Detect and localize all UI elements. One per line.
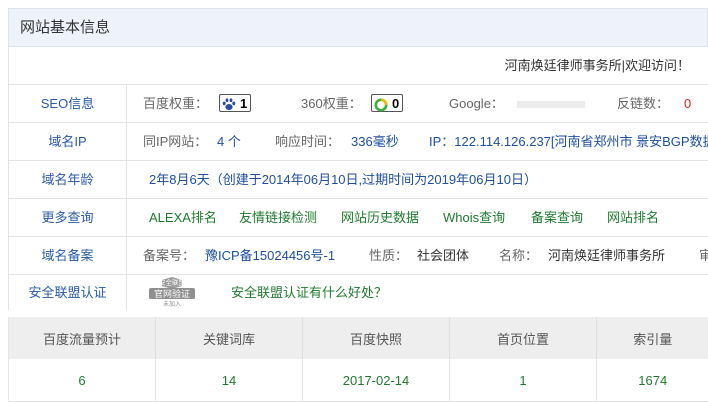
security-row: 安全联盟认证 安全联盟 官网验证 未加入 安全联盟认证有什么好处？: [8, 275, 708, 310]
security-label: 安全联盟认证: [9, 275, 127, 310]
360-weight-value: 0: [392, 96, 400, 112]
badge-main-text: 官网验证: [154, 288, 190, 300]
response-time-value: 336毫秒: [351, 134, 399, 149]
seo-content: 百度权重： 1 360权重： 0 Google： 反链数： 0: [127, 85, 708, 122]
badge-sub-text: 未加入: [163, 300, 181, 308]
welcome-text: 河南焕廷律师事务所|欢迎访问！: [504, 58, 690, 73]
link-icp-query[interactable]: 备案查询: [531, 199, 583, 236]
360-ring-icon: [374, 98, 388, 112]
stats-header-traffic: 百度流量预计: [8, 317, 156, 359]
seo-label: SEO信息: [9, 85, 127, 122]
link-site-rank[interactable]: 网站排名: [607, 199, 659, 236]
icp-number-label: 备案号：: [143, 248, 196, 263]
360-weight-label: 360权重：: [301, 96, 362, 111]
domain-age-label: 域名年龄: [9, 161, 127, 198]
response-time-label: 响应时间：: [275, 134, 341, 149]
link-whois[interactable]: Whois查询: [443, 199, 505, 236]
google-pr-bar: [517, 101, 585, 108]
stats-value-row: 6 14 2017-02-14 1 1674: [8, 359, 708, 402]
stats-header-index: 索引量: [596, 317, 708, 359]
stats-value-traffic[interactable]: 6: [8, 359, 156, 402]
baidu-weight-label: 百度权重：: [143, 96, 209, 111]
stats-value-keywords[interactable]: 14: [155, 359, 303, 402]
security-benefit-link[interactable]: 安全联盟认证有什么好处？: [231, 275, 387, 310]
same-ip-label: 同IP网站：: [143, 134, 208, 149]
link-alexa-rank[interactable]: ALEXA排名: [149, 199, 217, 236]
icp-name-label: 名称：: [499, 248, 539, 263]
icp-content: 备案号： 豫ICP备15024456号-1 性质： 社会团体 名称： 河南焕廷律…: [127, 237, 708, 274]
link-friend-link-check[interactable]: 友情链接检测: [239, 199, 317, 236]
icp-review-label: 审: [699, 237, 708, 274]
welcome-row: 河南焕廷律师事务所|欢迎访问！: [8, 47, 708, 85]
ip-address-link[interactable]: IP：122.114.126.237[河南省郑州市 景安BGP数据: [429, 123, 708, 160]
security-content: 安全联盟 官网验证 未加入 安全联盟认证有什么好处？: [127, 275, 708, 310]
backlinks-label: 反链数：: [617, 96, 670, 111]
stats-header-home-position: 首页位置: [449, 317, 597, 359]
baidu-paw-icon: [222, 98, 236, 111]
domain-ip-content: 同IP网站： 4 个 响应时间： 336毫秒 IP：122.114.126.23…: [127, 123, 708, 160]
domain-ip-row: 域名IP 同IP网站： 4 个 响应时间： 336毫秒 IP：122.114.1…: [8, 123, 708, 161]
link-site-history[interactable]: 网站历史数据: [341, 199, 419, 236]
backlinks-value: 0: [684, 96, 692, 111]
panel-title: 网站基本信息: [8, 8, 708, 47]
stats-header-keywords: 关键词库: [155, 317, 303, 359]
same-ip-value[interactable]: 4 个: [217, 123, 241, 160]
icp-nature-value: 社会团体: [417, 248, 470, 263]
icp-row: 域名备案 备案号： 豫ICP备15024456号-1 性质： 社会团体 名称： …: [8, 237, 708, 275]
domain-ip-label: 域名IP: [9, 123, 127, 160]
stats-value-home-position[interactable]: 1: [449, 359, 597, 402]
domain-age-value: 2年8月6天（创建于2014年06月10日,过期时间为2019年06月10日）: [149, 172, 537, 187]
domain-age-row: 域名年龄 2年8月6天（创建于2014年06月10日,过期时间为2019年06月…: [8, 161, 708, 199]
360-weight-badge[interactable]: 0: [371, 85, 404, 122]
google-label: Google：: [449, 96, 504, 111]
stats-value-snapshot[interactable]: 2017-02-14: [302, 359, 450, 402]
badge-top-text: 安全联盟: [159, 278, 186, 287]
seo-row: SEO信息 百度权重： 1 360权重： 0 Google： 反链数： 0: [8, 85, 708, 123]
stats-header-snapshot: 百度快照: [302, 317, 450, 359]
baidu-weight-badge[interactable]: 1: [219, 85, 252, 122]
more-query-label: 更多查询: [9, 199, 127, 236]
baidu-weight-value: 1: [240, 96, 248, 112]
stats-value-index[interactable]: 1674: [596, 359, 708, 402]
icp-number-value[interactable]: 豫ICP备15024456号-1: [205, 237, 335, 274]
more-query-row: 更多查询 ALEXA排名 友情链接检测 网站历史数据 Whois查询 备案查询 …: [8, 199, 708, 237]
domain-age-content: 2年8月6天（创建于2014年06月10日,过期时间为2019年06月10日）: [127, 161, 708, 198]
stats-header-row: 百度流量预计 关键词库 百度快照 首页位置 索引量: [8, 317, 708, 359]
icp-name-value: 河南焕廷律师事务所: [548, 248, 666, 263]
security-badge-logo[interactable]: 安全联盟 官网验证 未加入: [137, 275, 207, 310]
icp-nature-label: 性质：: [369, 248, 409, 263]
more-query-content: ALEXA排名 友情链接检测 网站历史数据 Whois查询 备案查询 网站排名: [127, 199, 708, 236]
stats-table: 百度流量预计 关键词库 百度快照 首页位置 索引量 6 14 2017-02-1…: [8, 317, 708, 402]
icp-label: 域名备案: [9, 237, 127, 274]
